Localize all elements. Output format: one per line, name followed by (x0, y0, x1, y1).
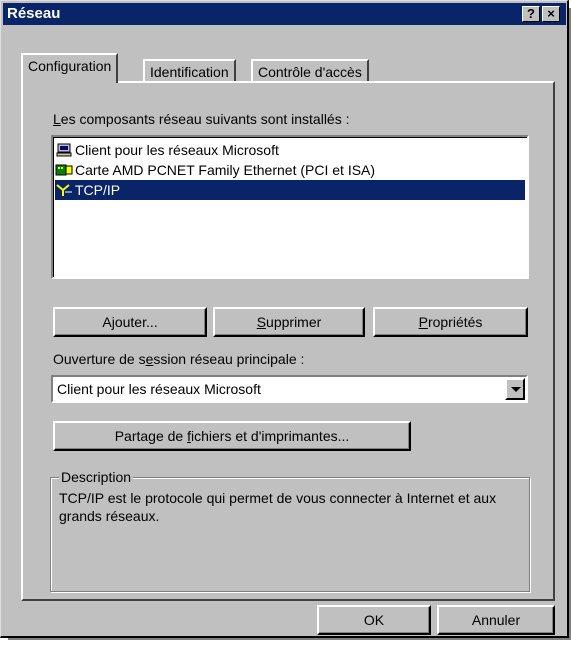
logon-label-1: Ouverture de s (53, 351, 146, 367)
properties-label: ropriétés (427, 314, 483, 330)
add-button[interactable]: Ajouter... (53, 307, 207, 337)
add-label-1: A (102, 314, 112, 330)
components-label-text: es composants réseau suivants sont insta… (60, 111, 350, 127)
logon-label: Ouverture de session réseau principale : (53, 351, 304, 367)
protocol-icon (55, 183, 73, 197)
help-icon: ? (527, 6, 535, 21)
tab-identification[interactable]: Identification (143, 59, 236, 83)
tab-configuration-label: Configuration (28, 58, 112, 74)
window-title: Réseau (7, 5, 61, 22)
properties-label-mnemonic: P (418, 314, 428, 330)
network-adapter-icon (55, 163, 73, 177)
title-bar[interactable]: Réseau ? × (3, 3, 566, 25)
list-item-selected[interactable]: TCP/IP (55, 180, 525, 200)
tab-configuration[interactable]: Configuration (21, 53, 119, 83)
remove-button[interactable]: Supprimer (213, 307, 365, 337)
network-dialog: Réseau ? × Configuration Identification … (0, 0, 569, 638)
list-item[interactable]: Carte AMD PCNET Family Ethernet (PCI et … (55, 160, 525, 180)
ok-button[interactable]: OK (317, 605, 431, 635)
logon-select[interactable]: Client pour les réseaux Microsoft (51, 375, 528, 403)
description-group: Description TCP/IP est le protocole qui … (50, 469, 530, 592)
tab-identification-label: Identification (150, 64, 229, 80)
list-item-label: TCP/IP (75, 182, 121, 198)
sharing-label-2: ichiers et d'imprimantes... (191, 428, 350, 444)
components-label: Les composants réseau suivants sont inst… (53, 111, 350, 127)
close-icon: × (547, 6, 555, 21)
add-label-2: outer... (114, 314, 158, 330)
list-item[interactable]: Client pour les réseaux Microsoft (55, 140, 525, 160)
chevron-down-icon (511, 387, 521, 392)
file-print-sharing-button[interactable]: Partage de fichiers et d'imprimantes... (53, 421, 411, 451)
help-button[interactable]: ? (522, 6, 540, 22)
cancel-label: Annuler (471, 612, 521, 628)
close-button[interactable]: × (542, 6, 560, 22)
remove-label-mnemonic: S (256, 314, 267, 330)
list-item-label: Client pour les réseaux Microsoft (75, 142, 279, 158)
components-label-mnemonic: L (53, 111, 61, 127)
ok-label: OK (363, 612, 385, 628)
window-shadow-bottom (8, 638, 571, 640)
properties-button[interactable]: Propriétés (373, 307, 528, 337)
description-text: TCP/IP est le protocole qui permet de vo… (59, 490, 497, 524)
tab-access-control-label: Contrôle d'accès (258, 64, 362, 80)
logon-select-value: Client pour les réseaux Microsoft (57, 381, 261, 397)
cancel-button[interactable]: Annuler (437, 605, 555, 635)
description-legend: Description (59, 469, 134, 485)
tab-access-control[interactable]: Contrôle d'accès (251, 59, 369, 83)
sharing-label-1: Partage de (114, 428, 188, 444)
remove-label: upprimer (266, 314, 322, 330)
components-list[interactable]: Client pour les réseaux Microsoft Carte … (51, 135, 529, 279)
list-item-label: Carte AMD PCNET Family Ethernet (PCI et … (75, 162, 376, 178)
network-client-icon (55, 143, 73, 157)
logon-label-2: ssion réseau principale : (153, 351, 305, 367)
logon-dropdown-button[interactable] (505, 378, 525, 400)
